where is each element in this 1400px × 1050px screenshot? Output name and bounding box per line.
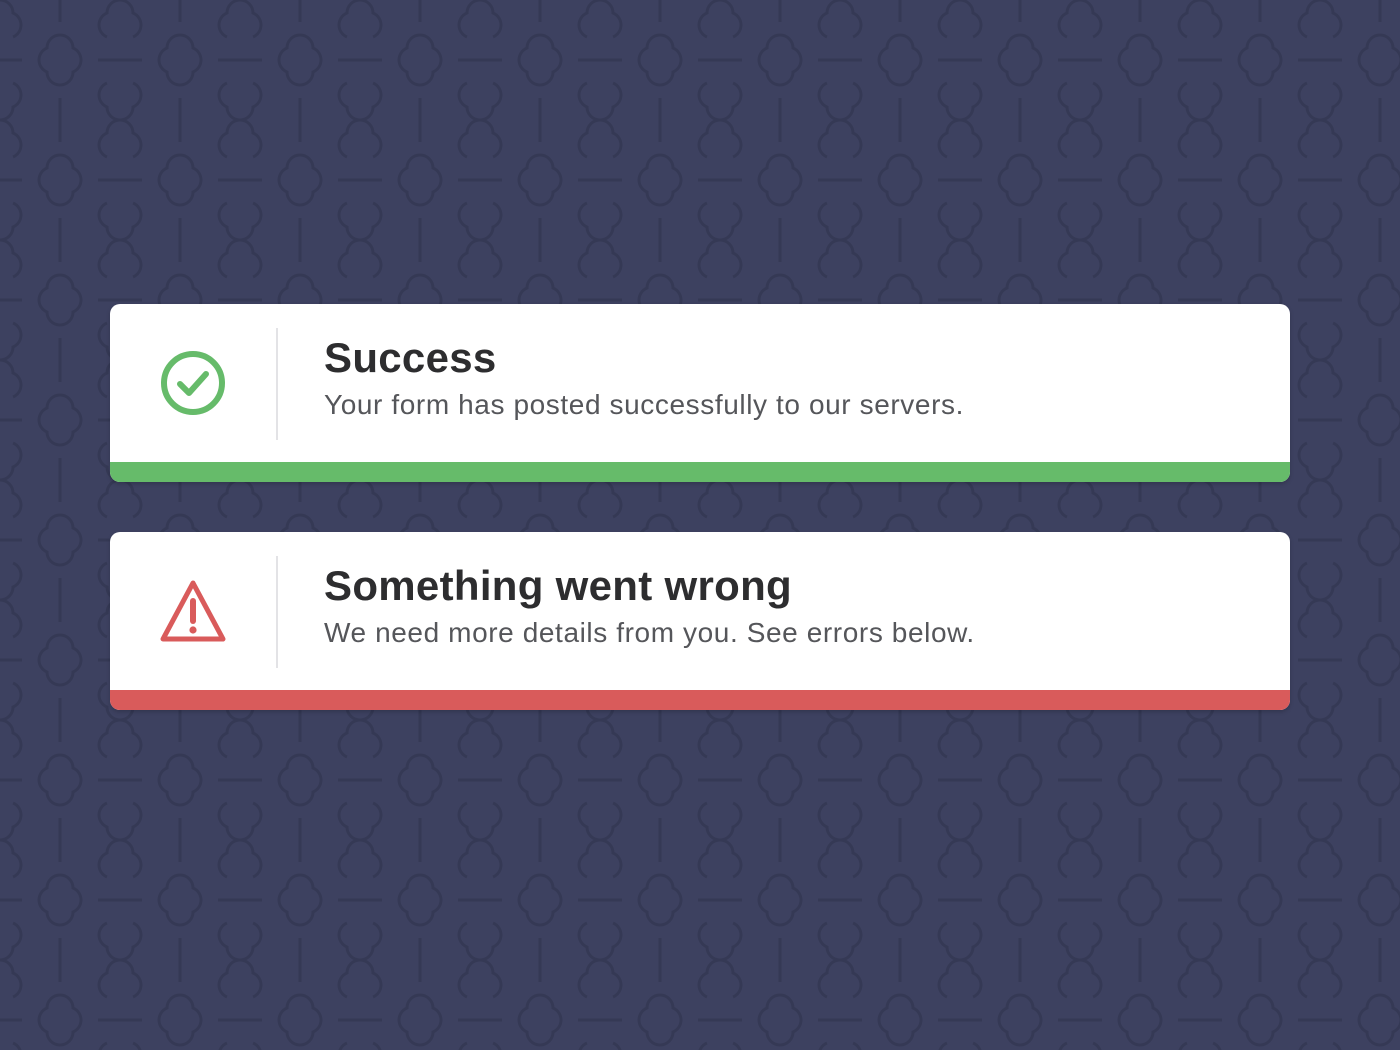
warning-triangle-icon bbox=[160, 580, 226, 642]
error-alert: Something went wrong We need more detail… bbox=[110, 532, 1290, 710]
success-icon-container bbox=[110, 304, 276, 462]
alert-content: Something went wrong We need more detail… bbox=[324, 562, 1250, 653]
background-pattern bbox=[0, 0, 1400, 1050]
alert-content: Success Your form has posted successfull… bbox=[324, 334, 1250, 425]
success-alert: Success Your form has posted successfull… bbox=[110, 304, 1290, 482]
alert-title: Something went wrong bbox=[324, 562, 792, 609]
check-circle-icon bbox=[161, 351, 225, 415]
alert-divider bbox=[276, 556, 278, 668]
alert-divider bbox=[276, 328, 278, 440]
error-icon-container bbox=[110, 532, 276, 690]
error-status-bar bbox=[110, 690, 1290, 710]
alert-message: We need more details from you. See error… bbox=[324, 617, 975, 648]
alert-title: Success bbox=[324, 334, 497, 381]
alert-message: Your form has posted successfully to our… bbox=[324, 389, 964, 420]
success-status-bar bbox=[110, 462, 1290, 482]
